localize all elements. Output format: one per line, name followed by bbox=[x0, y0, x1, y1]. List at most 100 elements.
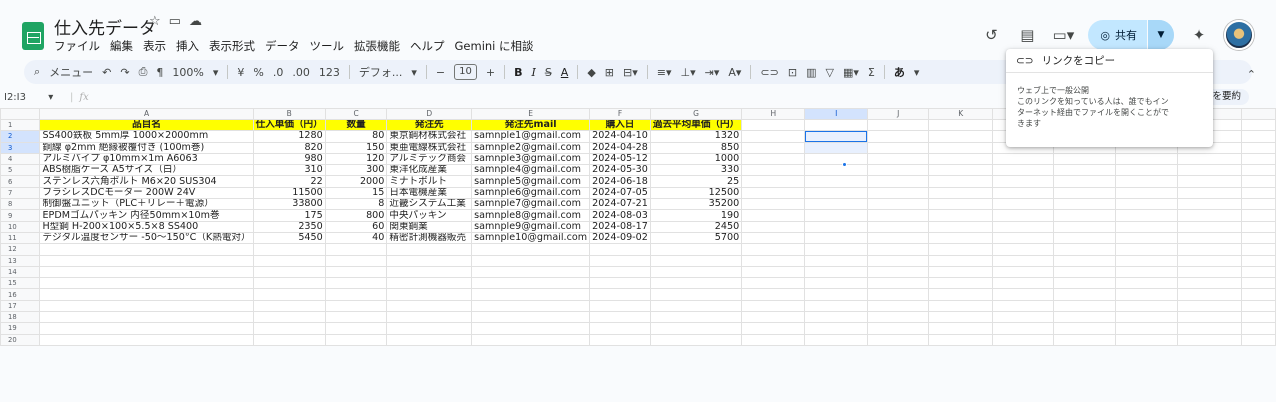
cell[interactable] bbox=[649, 243, 743, 256]
cell[interactable]: 5700 bbox=[649, 231, 743, 245]
selected-cell[interactable] bbox=[804, 141, 869, 154]
cell[interactable] bbox=[928, 164, 994, 177]
cell[interactable] bbox=[867, 164, 930, 177]
document-title[interactable]: 仕入先データ bbox=[54, 14, 156, 39]
cell[interactable] bbox=[1053, 220, 1116, 233]
cell[interactable] bbox=[992, 198, 1055, 211]
cell[interactable] bbox=[804, 243, 869, 256]
cell[interactable] bbox=[804, 277, 869, 290]
cell[interactable] bbox=[928, 288, 994, 301]
menu-insert[interactable]: 挿入 bbox=[176, 38, 199, 54]
cell[interactable] bbox=[992, 311, 1055, 324]
cell[interactable] bbox=[1114, 231, 1178, 245]
insert-comment-icon[interactable]: ⊡ bbox=[788, 66, 797, 79]
cell[interactable]: samnple8@gmail.com bbox=[471, 209, 591, 222]
link-icon[interactable]: ⊂⊃ bbox=[760, 66, 778, 79]
cell[interactable] bbox=[1114, 243, 1178, 256]
cell[interactable] bbox=[867, 220, 930, 233]
row-header[interactable]: 13 bbox=[0, 254, 41, 267]
cell[interactable]: 5450 bbox=[252, 231, 326, 245]
cell[interactable] bbox=[804, 333, 869, 346]
functions-button[interactable]: Σ bbox=[868, 66, 875, 79]
percent-format-button[interactable]: % bbox=[253, 66, 263, 79]
cell[interactable] bbox=[386, 299, 473, 313]
decrease-font-icon[interactable]: − bbox=[436, 66, 445, 79]
cell[interactable] bbox=[252, 299, 326, 313]
star-icon[interactable]: ☆ bbox=[149, 14, 161, 29]
cell[interactable]: 関東鋼業 bbox=[386, 220, 473, 233]
cell[interactable] bbox=[804, 220, 869, 233]
cell[interactable]: samnple10@gmail.com bbox=[471, 231, 591, 245]
cell[interactable] bbox=[741, 141, 806, 154]
column-header[interactable]: C bbox=[324, 108, 388, 120]
menu-extensions[interactable]: 拡張機能 bbox=[354, 38, 400, 54]
cell[interactable] bbox=[39, 311, 254, 324]
cell[interactable]: アルミテック商会 bbox=[386, 152, 473, 166]
cell[interactable] bbox=[741, 299, 806, 313]
cell[interactable] bbox=[1241, 277, 1276, 290]
cell[interactable] bbox=[39, 322, 254, 335]
cell[interactable] bbox=[1241, 254, 1276, 267]
row-header[interactable]: 15 bbox=[0, 277, 41, 290]
cell[interactable] bbox=[867, 198, 930, 211]
cell[interactable]: samnple9@gmail.com bbox=[471, 220, 591, 233]
font-size-input[interactable]: 10 bbox=[454, 64, 477, 80]
cell[interactable] bbox=[324, 333, 388, 346]
cell[interactable] bbox=[39, 243, 254, 256]
cell[interactable] bbox=[928, 243, 994, 256]
cell[interactable] bbox=[992, 164, 1055, 177]
cell[interactable] bbox=[1241, 265, 1276, 279]
cell[interactable] bbox=[1241, 186, 1276, 200]
cell[interactable] bbox=[867, 243, 930, 256]
cell[interactable] bbox=[1241, 198, 1276, 211]
cell[interactable]: 330 bbox=[649, 164, 743, 177]
cell[interactable] bbox=[252, 265, 326, 279]
cell[interactable]: 12500 bbox=[649, 186, 743, 200]
cell[interactable] bbox=[1053, 152, 1116, 166]
cell[interactable] bbox=[1241, 164, 1276, 177]
cell[interactable] bbox=[867, 175, 930, 188]
cell[interactable]: samnple4@gmail.com bbox=[471, 164, 591, 177]
cell[interactable] bbox=[867, 231, 930, 245]
cell[interactable] bbox=[741, 186, 806, 200]
cell[interactable]: 22 bbox=[252, 175, 326, 188]
cell[interactable] bbox=[928, 141, 994, 154]
cell[interactable] bbox=[1241, 311, 1276, 324]
row-header[interactable]: 8 bbox=[0, 198, 41, 211]
cell[interactable] bbox=[1241, 333, 1276, 346]
cell[interactable]: 近畿システム工業 bbox=[386, 198, 473, 211]
cell[interactable] bbox=[324, 265, 388, 279]
cell[interactable]: 980 bbox=[252, 152, 326, 166]
cell[interactable]: 1000 bbox=[649, 152, 743, 166]
name-box[interactable]: I2:I3 ▾ bbox=[0, 92, 70, 103]
filter-icon[interactable]: ▽ bbox=[825, 66, 833, 79]
cell[interactable] bbox=[992, 265, 1055, 279]
cell[interactable] bbox=[252, 311, 326, 324]
cell[interactable] bbox=[1053, 209, 1116, 222]
cell[interactable]: 8 bbox=[324, 198, 388, 211]
number-format-button[interactable]: 123 bbox=[319, 66, 340, 79]
header-cell[interactable]: 発注先 bbox=[386, 118, 473, 132]
cell[interactable] bbox=[928, 333, 994, 346]
cell[interactable] bbox=[741, 265, 806, 279]
cell[interactable] bbox=[471, 243, 591, 256]
menu-edit[interactable]: 編集 bbox=[110, 38, 133, 54]
font-select[interactable]: デフォ... bbox=[359, 64, 403, 80]
cell[interactable] bbox=[1053, 243, 1116, 256]
cell[interactable] bbox=[1176, 152, 1243, 166]
text-color-button[interactable]: A bbox=[561, 66, 569, 79]
cell[interactable] bbox=[1114, 175, 1178, 188]
row-header[interactable]: 3 bbox=[0, 141, 41, 154]
column-header[interactable]: A bbox=[39, 108, 254, 120]
cell[interactable] bbox=[1241, 141, 1276, 154]
cell[interactable] bbox=[928, 186, 994, 200]
menu-data[interactable]: データ bbox=[265, 38, 300, 54]
row-header[interactable]: 4 bbox=[0, 152, 41, 166]
cell[interactable]: デジタル温度センサー -50〜150°C（K熱電対） bbox=[39, 231, 254, 245]
cell[interactable] bbox=[867, 299, 930, 313]
cell[interactable] bbox=[1176, 277, 1243, 290]
cell[interactable] bbox=[992, 152, 1055, 166]
cell[interactable] bbox=[867, 288, 930, 301]
cell[interactable]: H型鋼 H-200×100×5.5×8 SS400 bbox=[39, 220, 254, 233]
copy-link-menu-item[interactable]: ⊂⊃ リンクをコピー bbox=[1006, 49, 1213, 73]
